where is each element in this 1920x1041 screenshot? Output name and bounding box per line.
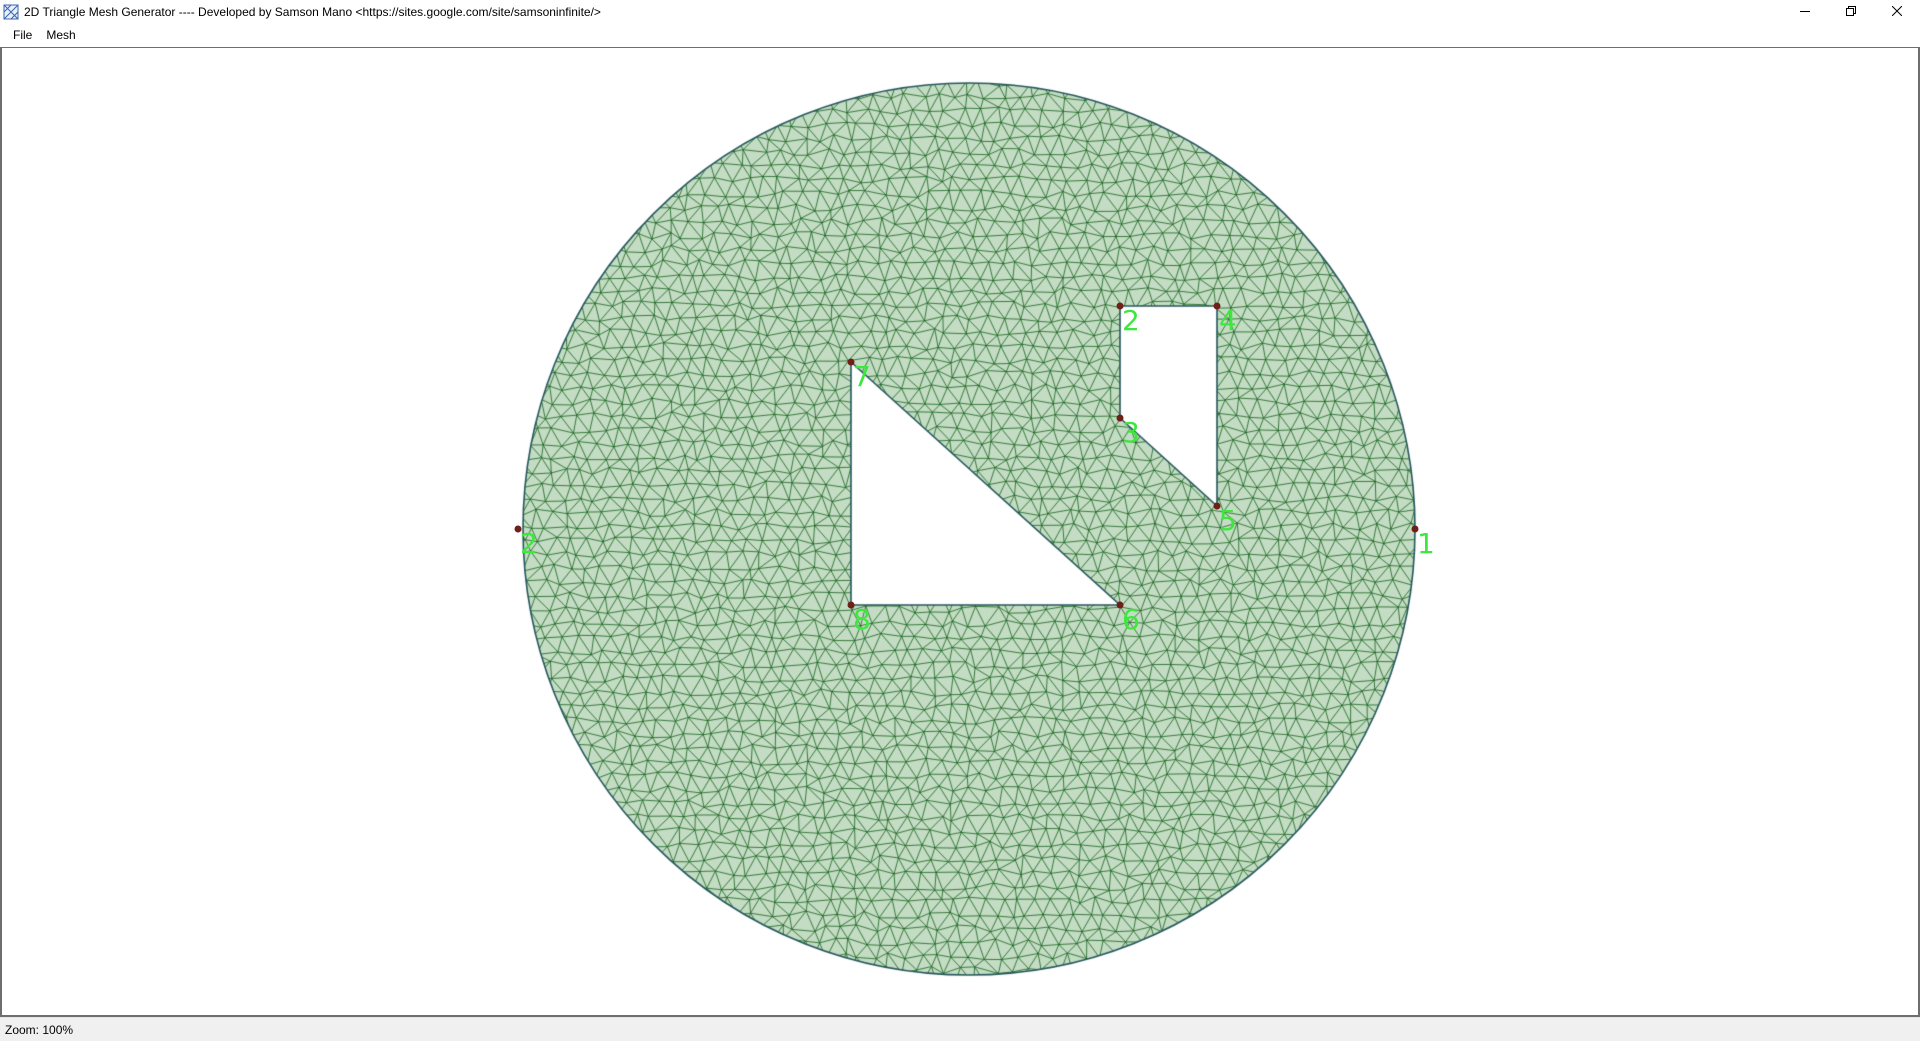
node-6-label: 6 xyxy=(1122,603,1140,636)
node-7-label: 7 xyxy=(853,360,871,393)
node-1-label: 1 xyxy=(1417,527,1435,560)
menu-mesh[interactable]: Mesh xyxy=(39,23,82,47)
restore-icon xyxy=(1846,3,1856,21)
maximize-button[interactable] xyxy=(1828,0,1874,23)
window-title: 2D Triangle Mesh Generator ---- Develope… xyxy=(24,4,601,19)
node-8-label: 8 xyxy=(853,603,871,636)
menu-file[interactable]: File xyxy=(6,23,39,47)
geometry-overlay: 1 2 2 3 4 5 6 7 8 xyxy=(514,302,1435,636)
node-4-label: 4 xyxy=(1219,304,1237,337)
node-3-label: 3 xyxy=(1122,416,1140,449)
minimize-icon xyxy=(1800,3,1810,21)
close-icon xyxy=(1891,3,1903,21)
mesh-viewport[interactable]: 1 2 2 3 4 5 6 7 8 xyxy=(0,47,1920,1017)
node-5-label: 5 xyxy=(1219,504,1237,537)
minimize-button[interactable] xyxy=(1782,0,1828,23)
menu-bar: File Mesh xyxy=(0,23,1920,47)
close-button[interactable] xyxy=(1874,0,1920,23)
node-2-label: 2 xyxy=(1122,304,1140,337)
title-bar: 2D Triangle Mesh Generator ---- Develope… xyxy=(0,0,1920,23)
mesh-app-icon xyxy=(3,4,19,20)
node-2-label: 2 xyxy=(520,527,538,560)
status-bar: Zoom: 100% xyxy=(0,1017,1920,1041)
zoom-status: Zoom: 100% xyxy=(5,1022,74,1037)
